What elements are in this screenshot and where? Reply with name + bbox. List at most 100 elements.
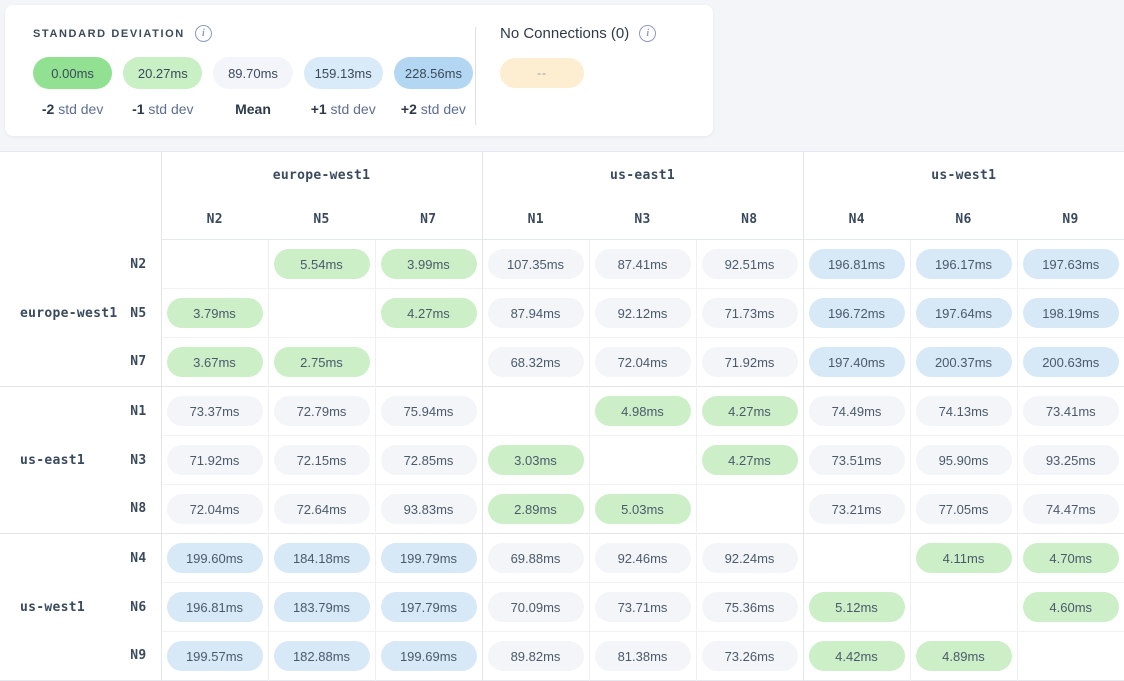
- latency-pill[interactable]: 4.60ms: [1023, 592, 1119, 622]
- row-header-inner: N8: [0, 501, 161, 516]
- latency-pill[interactable]: 75.94ms: [381, 396, 477, 426]
- latency-pill[interactable]: 71.92ms: [167, 445, 263, 475]
- latency-pill[interactable]: 73.51ms: [809, 445, 905, 475]
- node-column-header: N6: [910, 199, 1017, 240]
- latency-pill[interactable]: 4.27ms: [381, 298, 477, 328]
- latency-pill[interactable]: 196.81ms: [167, 592, 263, 622]
- latency-pill[interactable]: 197.63ms: [1023, 249, 1119, 279]
- latency-pill[interactable]: 92.24ms: [702, 543, 798, 573]
- latency-cell: 75.94ms: [375, 387, 482, 436]
- latency-pill[interactable]: 69.88ms: [488, 543, 584, 573]
- latency-cell: [1017, 632, 1124, 681]
- latency-pill[interactable]: 4.42ms: [809, 641, 905, 671]
- latency-cell: 196.72ms: [803, 289, 910, 338]
- latency-pill[interactable]: 73.37ms: [167, 396, 263, 426]
- latency-pill[interactable]: 93.25ms: [1023, 445, 1119, 475]
- latency-pill[interactable]: 200.37ms: [916, 347, 1012, 377]
- latency-pill[interactable]: 4.27ms: [702, 445, 798, 475]
- latency-pill[interactable]: 3.79ms: [167, 298, 263, 328]
- latency-cell: 197.64ms: [910, 289, 1017, 338]
- latency-cell: 72.04ms: [589, 338, 696, 387]
- latency-pill[interactable]: 75.36ms: [702, 592, 798, 622]
- latency-pill[interactable]: 68.32ms: [488, 347, 584, 377]
- latency-pill[interactable]: 74.47ms: [1023, 494, 1119, 524]
- latency-pill[interactable]: 199.57ms: [167, 641, 263, 671]
- latency-cell: 69.88ms: [482, 534, 589, 583]
- latency-cell: 200.63ms: [1017, 338, 1124, 387]
- latency-pill[interactable]: 73.41ms: [1023, 396, 1119, 426]
- latency-pill[interactable]: 199.69ms: [381, 641, 477, 671]
- latency-pill[interactable]: 5.12ms: [809, 592, 905, 622]
- latency-pill[interactable]: 5.03ms: [595, 494, 691, 524]
- matrix-row: N8 72.04ms 72.64ms 93.83ms 2.89ms 5.03ms 73.21…: [0, 485, 1124, 534]
- latency-cell: 73.37ms: [161, 387, 268, 436]
- matrix-row: N25.54ms3.99ms107.35ms87.41ms92.51ms196.…: [0, 240, 1124, 289]
- latency-cell: 2.75ms: [268, 338, 375, 387]
- latency-pill[interactable]: 72.85ms: [381, 445, 477, 475]
- latency-pill[interactable]: 87.94ms: [488, 298, 584, 328]
- latency-cell: 68.32ms: [482, 338, 589, 387]
- latency-pill[interactable]: 3.99ms: [381, 249, 477, 279]
- latency-pill[interactable]: 72.64ms: [274, 494, 370, 524]
- latency-pill[interactable]: 5.54ms: [274, 249, 370, 279]
- latency-pill[interactable]: 197.64ms: [916, 298, 1012, 328]
- latency-pill[interactable]: 3.67ms: [167, 347, 263, 377]
- latency-pill[interactable]: 196.17ms: [916, 249, 1012, 279]
- node-row-label: N1: [130, 404, 146, 419]
- latency-pill[interactable]: 196.72ms: [809, 298, 905, 328]
- latency-pill[interactable]: 196.81ms: [809, 249, 905, 279]
- latency-cell: 72.04ms: [161, 485, 268, 534]
- latency-pill[interactable]: 93.83ms: [381, 494, 477, 524]
- latency-pill[interactable]: 92.51ms: [702, 249, 798, 279]
- region-header-row: europe-west1us-east1us-west1: [0, 152, 1124, 200]
- latency-pill[interactable]: 197.79ms: [381, 592, 477, 622]
- latency-pill[interactable]: 4.11ms: [916, 543, 1012, 573]
- std-dev-title: STANDARD DEVIATION: [33, 28, 185, 40]
- latency-pill[interactable]: 71.92ms: [702, 347, 798, 377]
- latency-cell: 4.42ms: [803, 632, 910, 681]
- latency-pill[interactable]: 92.46ms: [595, 543, 691, 573]
- latency-pill[interactable]: 107.35ms: [488, 249, 584, 279]
- latency-pill[interactable]: 199.79ms: [381, 543, 477, 573]
- latency-pill[interactable]: 95.90ms: [916, 445, 1012, 475]
- latency-pill[interactable]: 199.60ms: [167, 543, 263, 573]
- latency-pill[interactable]: 92.12ms: [595, 298, 691, 328]
- latency-pill[interactable]: 74.49ms: [809, 396, 905, 426]
- latency-pill[interactable]: 198.19ms: [1023, 298, 1119, 328]
- latency-cell: 107.35ms: [482, 240, 589, 289]
- latency-pill[interactable]: 73.21ms: [809, 494, 905, 524]
- latency-pill[interactable]: 72.15ms: [274, 445, 370, 475]
- latency-pill[interactable]: 77.05ms: [916, 494, 1012, 524]
- latency-pill[interactable]: 2.89ms: [488, 494, 584, 524]
- row-header-cell: europe-west1N5: [0, 289, 161, 338]
- latency-cell: [482, 387, 589, 436]
- latency-cell: 4.70ms: [1017, 534, 1124, 583]
- latency-cell: 3.03ms: [482, 436, 589, 485]
- latency-pill[interactable]: 87.41ms: [595, 249, 691, 279]
- latency-pill[interactable]: 89.82ms: [488, 641, 584, 671]
- matrix-row: N9199.57ms182.88ms199.69ms89.82ms81.38ms…: [0, 632, 1124, 681]
- latency-pill[interactable]: 71.73ms: [702, 298, 798, 328]
- std-dev-info-icon[interactable]: i: [195, 25, 212, 42]
- latency-pill[interactable]: 4.98ms: [595, 396, 691, 426]
- latency-pill[interactable]: 4.70ms: [1023, 543, 1119, 573]
- latency-pill[interactable]: 4.27ms: [702, 396, 798, 426]
- latency-pill[interactable]: 74.13ms: [916, 396, 1012, 426]
- latency-cell: 71.73ms: [696, 289, 803, 338]
- latency-pill[interactable]: 73.26ms: [702, 641, 798, 671]
- latency-pill[interactable]: 200.63ms: [1023, 347, 1119, 377]
- latency-pill[interactable]: 197.40ms: [809, 347, 905, 377]
- latency-pill[interactable]: 4.89ms: [916, 641, 1012, 671]
- latency-pill[interactable]: 183.79ms: [274, 592, 370, 622]
- latency-pill[interactable]: 3.03ms: [488, 445, 584, 475]
- latency-pill[interactable]: 70.09ms: [488, 592, 584, 622]
- no-connections-info-icon[interactable]: i: [639, 25, 656, 42]
- latency-pill[interactable]: 72.04ms: [595, 347, 691, 377]
- latency-pill[interactable]: 81.38ms: [595, 641, 691, 671]
- latency-pill[interactable]: 72.79ms: [274, 396, 370, 426]
- latency-pill[interactable]: 184.18ms: [274, 543, 370, 573]
- latency-pill[interactable]: 72.04ms: [167, 494, 263, 524]
- latency-pill[interactable]: 73.71ms: [595, 592, 691, 622]
- latency-pill[interactable]: 2.75ms: [274, 347, 370, 377]
- latency-pill[interactable]: 182.88ms: [274, 641, 370, 671]
